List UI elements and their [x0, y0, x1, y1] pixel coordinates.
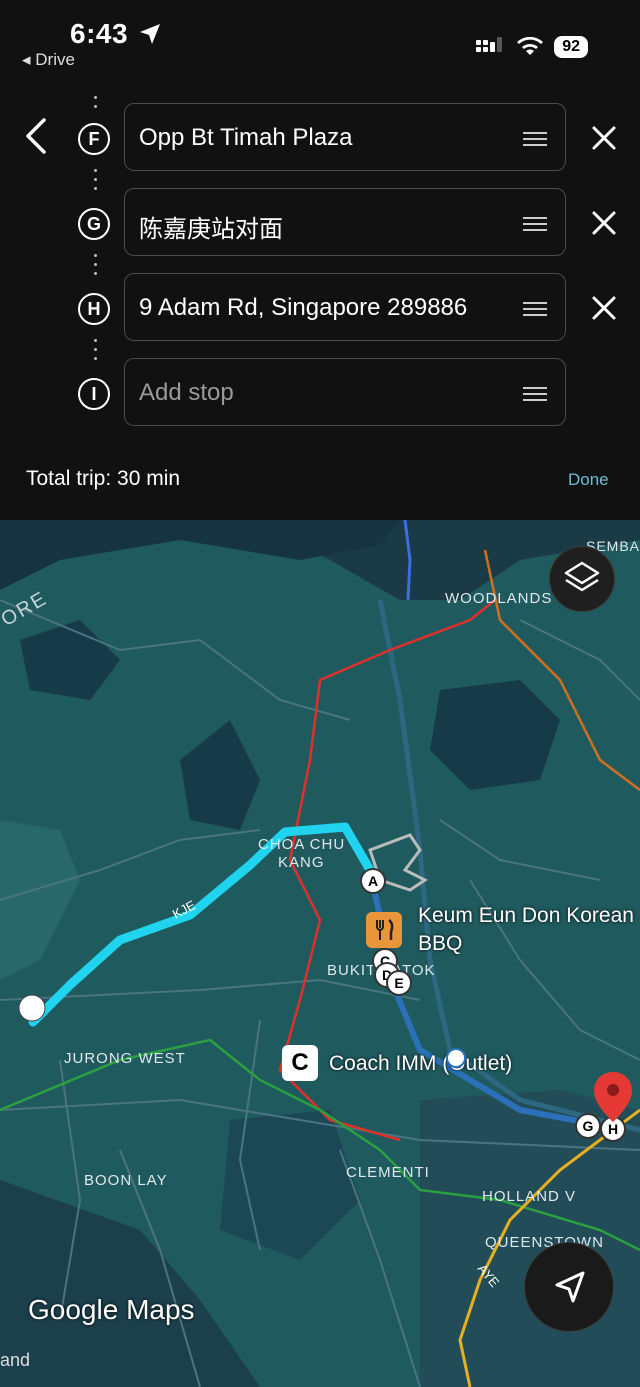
restaurant-poi[interactable] [366, 912, 402, 948]
destination-pin-icon[interactable] [591, 1070, 635, 1130]
stop-field-value: 9 Adam Rd, Singapore 289886 [139, 294, 468, 321]
route-connector [94, 90, 98, 114]
stop-field-g[interactable]: 陈嘉庚站对面 [124, 188, 566, 256]
drag-handle-icon[interactable] [523, 302, 547, 316]
drag-handle-icon[interactable] [523, 387, 547, 401]
layers-icon [564, 561, 600, 592]
route-connector [94, 333, 98, 366]
map-label-jurong-west: JURONG WEST [64, 1050, 186, 1067]
map-edge-label: and [0, 1350, 31, 1370]
stop-field-value: Opp Bt Timah Plaza [139, 124, 353, 151]
back-arrow-icon[interactable] [18, 114, 54, 158]
map-label-woodlands: WOODLANDS [445, 590, 553, 607]
map-stop-a[interactable]: A [360, 868, 386, 894]
map-label-choa-chu-kang: CHOA CHU [258, 836, 346, 853]
route-connector [94, 248, 98, 281]
done-button[interactable]: Done [568, 470, 609, 490]
restaurant-name-2[interactable]: BBQ [418, 932, 462, 956]
status-time: 6:43 [70, 18, 129, 49]
coach-store-poi[interactable]: C [282, 1045, 318, 1081]
fork-knife-icon [376, 919, 394, 940]
station-marker[interactable] [446, 1048, 466, 1068]
map-label-clementi: CLEMENTI [346, 1164, 430, 1181]
map-label-holland: HOLLAND V [482, 1188, 577, 1205]
stop-marker-i: I [78, 378, 110, 410]
back-to-app-link[interactable]: ◂ Drive [22, 50, 75, 70]
add-stop-field[interactable]: Add stop [124, 358, 566, 426]
remove-stop-h-icon[interactable] [590, 294, 618, 322]
back-app-label: Drive [35, 50, 75, 69]
stop-marker-f: F [78, 123, 110, 155]
stop-marker-h: H [78, 293, 110, 325]
route-editor-panel: 6:43 ◂ Drive 92 F Opp Bt Timah Plaza G 陈… [0, 0, 640, 520]
status-icons: 92 [476, 36, 588, 58]
map-stop-e[interactable]: E [386, 970, 412, 996]
stop-field-value: 陈嘉庚站对面 [139, 216, 283, 243]
stop-marker-g: G [78, 208, 110, 240]
battery-indicator: 92 [554, 36, 588, 58]
cellular-signal-icon [476, 37, 503, 52]
drag-handle-icon[interactable] [523, 217, 547, 231]
stop-field-h[interactable]: 9 Adam Rd, Singapore 289886 [124, 273, 566, 341]
navigation-arrow-icon [555, 1271, 585, 1303]
causeway-road [403, 520, 412, 601]
restaurant-name[interactable]: Keum Eun Don Korean [418, 904, 634, 928]
remove-stop-g-icon[interactable] [590, 209, 618, 237]
stop-field-f[interactable]: Opp Bt Timah Plaza [124, 103, 566, 171]
coach-logo-icon: C [291, 1049, 309, 1076]
wifi-icon [517, 37, 544, 55]
route-connector [94, 163, 98, 196]
map-layers-button[interactable] [549, 546, 615, 612]
map-label-choa-chu-kang-2: KANG [278, 854, 325, 871]
coach-store-name[interactable]: Coach IMM (Outlet) [329, 1052, 512, 1076]
add-stop-placeholder: Add stop [139, 379, 234, 406]
drag-handle-icon[interactable] [523, 132, 547, 146]
origin-marker[interactable] [18, 994, 46, 1022]
map-label-boon-lay: BOON LAY [84, 1172, 168, 1189]
google-maps-logo: Google Maps [28, 1294, 195, 1325]
recenter-button[interactable] [524, 1242, 614, 1332]
total-trip-time: Total trip: 30 min [26, 467, 181, 490]
location-arrow-icon [140, 24, 160, 44]
remove-stop-f-icon[interactable] [590, 124, 618, 152]
